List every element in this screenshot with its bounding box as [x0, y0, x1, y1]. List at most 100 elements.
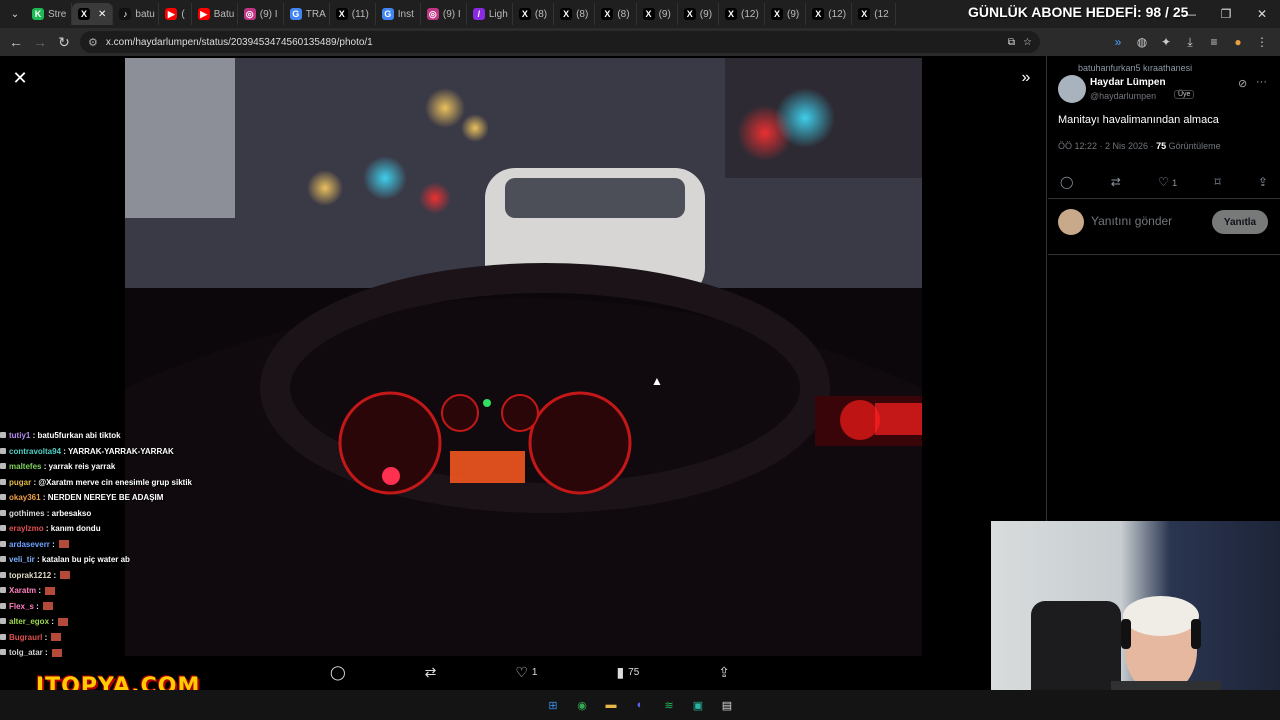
close-viewer-icon[interactable]: ✕	[10, 68, 30, 88]
browser-tab[interactable]: K Stre	[26, 3, 72, 25]
extension-icon-2[interactable]: ◍	[1132, 32, 1152, 52]
chat-username: tutiy1	[9, 431, 31, 440]
browser-tab[interactable]: X (8)	[595, 3, 637, 25]
chat-username: Bugraurl	[9, 632, 43, 642]
divider	[1048, 254, 1280, 255]
grok-icon[interactable]: ⊘	[1238, 77, 1247, 90]
chat-text: YARRAK-YARRAK-YARRAK	[68, 446, 174, 456]
reload-icon[interactable]: ↻	[52, 30, 76, 54]
browser-tab[interactable]: G Inst	[376, 3, 421, 25]
tab-label: Inst	[397, 8, 414, 20]
chat-badge-icon	[0, 509, 6, 516]
browser-tab[interactable]: X (9)	[765, 3, 807, 25]
back-icon[interactable]: ←	[4, 30, 28, 54]
bookmark-star-icon[interactable]: ☆	[1023, 37, 1032, 48]
browser-tab[interactable]: ♪ batu	[113, 3, 160, 25]
chat-emote-icon	[43, 602, 54, 611]
viewer-views-button[interactable]: ▮ 75	[616, 664, 639, 681]
tab-close-icon[interactable]: ✕	[98, 9, 106, 20]
author-name[interactable]: Haydar Lümpen	[1090, 77, 1166, 88]
reply-input[interactable]: Yanıtını gönder	[1091, 214, 1172, 228]
author-handle[interactable]: @haydarlumpen	[1090, 91, 1156, 101]
tab-favicon-icon: ▶	[197, 8, 210, 20]
menu-more-icon[interactable]: ⋮	[1252, 32, 1272, 52]
tweet-time[interactable]: ÖÖ 12:22 · 2 Nis 2026 ·	[1058, 141, 1154, 151]
discord-icon[interactable]: ◐	[629, 694, 651, 716]
site-info-icon[interactable]: ⚙	[88, 36, 98, 49]
reading-list-icon[interactable]: ≡	[1204, 32, 1224, 52]
browser-tab[interactable]: G TRA	[284, 3, 330, 25]
tab-favicon-icon: X	[858, 8, 871, 20]
browser-tab[interactable]: X (11)	[330, 3, 376, 25]
browser-tab[interactable]: ▶ Batu	[192, 3, 238, 25]
extension-icon-1[interactable]: »	[1108, 32, 1128, 52]
tweet-photo[interactable]	[125, 58, 922, 656]
app-icon[interactable]: ▣	[687, 694, 709, 716]
chat-message: pugar : @Xaratm merve cin enesimle grup …	[0, 475, 215, 491]
repost-button[interactable]: ⇄	[1111, 175, 1121, 189]
like-button[interactable]: ♡ 1	[1158, 175, 1177, 189]
tab-favicon-icon: X	[518, 8, 531, 20]
tab-label: (8)	[617, 8, 630, 20]
spotify-icon[interactable]: ≋	[658, 694, 680, 716]
tab-favicon-icon: X	[683, 8, 696, 20]
browser-tab[interactable]: X (9)	[637, 3, 678, 25]
browser-tab[interactable]: ◎ (9) I	[238, 3, 284, 25]
reply-button[interactable]: ◯	[1060, 175, 1073, 189]
chat-username: ardaseverr	[9, 539, 50, 549]
chat-emote-icon	[45, 586, 56, 595]
browser-tab[interactable]: X ✕	[72, 3, 114, 25]
browser-tab[interactable]: X (12)	[719, 3, 766, 25]
browser-tab[interactable]: X (12	[852, 3, 896, 25]
tab-favicon-icon: ◎	[426, 8, 439, 20]
address-bar[interactable]: ⚙ x.com/haydarlumpen/status/203945347456…	[80, 31, 1040, 53]
browser-tab[interactable]: X (8)	[513, 3, 555, 25]
chrome-icon[interactable]: ◉	[571, 694, 593, 716]
chat-message: Flex_s :	[0, 599, 215, 615]
browser-tab[interactable]: X (8)	[554, 3, 596, 25]
url-text[interactable]: x.com/haydarlumpen/status/20394534745601…	[106, 37, 373, 48]
chat-text: katalan bu piç water ab	[41, 555, 130, 564]
forward-icon[interactable]: →	[28, 30, 52, 54]
restore-icon[interactable]: ❐	[1208, 0, 1244, 28]
chat-emote-icon	[60, 571, 71, 580]
browser-tab[interactable]: X (12)	[806, 3, 853, 25]
browser-tab[interactable]: X (9)	[678, 3, 720, 25]
profile-avatar-icon[interactable]: ●	[1228, 32, 1248, 52]
start-icon[interactable]: ⊞	[542, 694, 564, 716]
viewer-repost-button[interactable]: ⇄	[425, 664, 437, 681]
install-app-icon[interactable]: ⧉	[1008, 37, 1015, 48]
author-avatar[interactable]	[1058, 75, 1086, 103]
expand-panel-icon[interactable]: »	[1016, 68, 1036, 88]
browser-tab[interactable]: / Ligh	[467, 3, 513, 25]
chat-text: kanım dondu	[50, 524, 101, 533]
windows-taskbar: ⊞ ◉ ▬ ◐ ≋ ▣ ▤	[0, 690, 1280, 720]
store-icon[interactable]: ▤	[716, 694, 738, 716]
stream-chat-overlay: tutiy1 : batu5furkan abi tiktok contravol…	[0, 428, 215, 670]
viewer-like-button[interactable]: ♡ 1	[515, 664, 537, 681]
chat-username: gothimes	[9, 508, 45, 518]
reply-submit-button[interactable]: Yanıtla	[1212, 210, 1268, 234]
browser-tab[interactable]: ▶(	[159, 3, 192, 25]
chat-badge-icon	[0, 571, 6, 578]
tab-favicon-icon: ▶	[165, 8, 178, 20]
tab-search-icon[interactable]: ⌄	[4, 3, 26, 25]
chat-separator: :	[51, 570, 59, 580]
more-options-icon[interactable]: ···	[1256, 76, 1267, 88]
close-window-icon[interactable]: ✕	[1244, 0, 1280, 28]
minimize-icon[interactable]: —	[1172, 0, 1208, 28]
bookmark-icon[interactable]: ⌑	[1214, 175, 1220, 189]
viewer-share-button[interactable]: ⇪	[718, 664, 730, 681]
download-icon[interactable]: ⤓	[1180, 32, 1200, 52]
extensions-puzzle-icon[interactable]: ✦	[1156, 32, 1176, 52]
tab-label: Ligh	[488, 8, 508, 20]
browser-tab[interactable]: ◎ (9) I	[421, 3, 467, 25]
folder-icon[interactable]: ▬	[600, 694, 622, 716]
chat-emote-icon	[59, 540, 70, 549]
chat-badge-icon	[0, 602, 6, 609]
tweet-text: Manitayı havalimanından almaca	[1058, 114, 1219, 126]
share-icon[interactable]: ⇪	[1258, 175, 1268, 189]
viewer-reply-button[interactable]: ◯	[330, 664, 346, 681]
tab-label: (9)	[699, 8, 713, 20]
tab-favicon-icon: X	[78, 8, 90, 20]
